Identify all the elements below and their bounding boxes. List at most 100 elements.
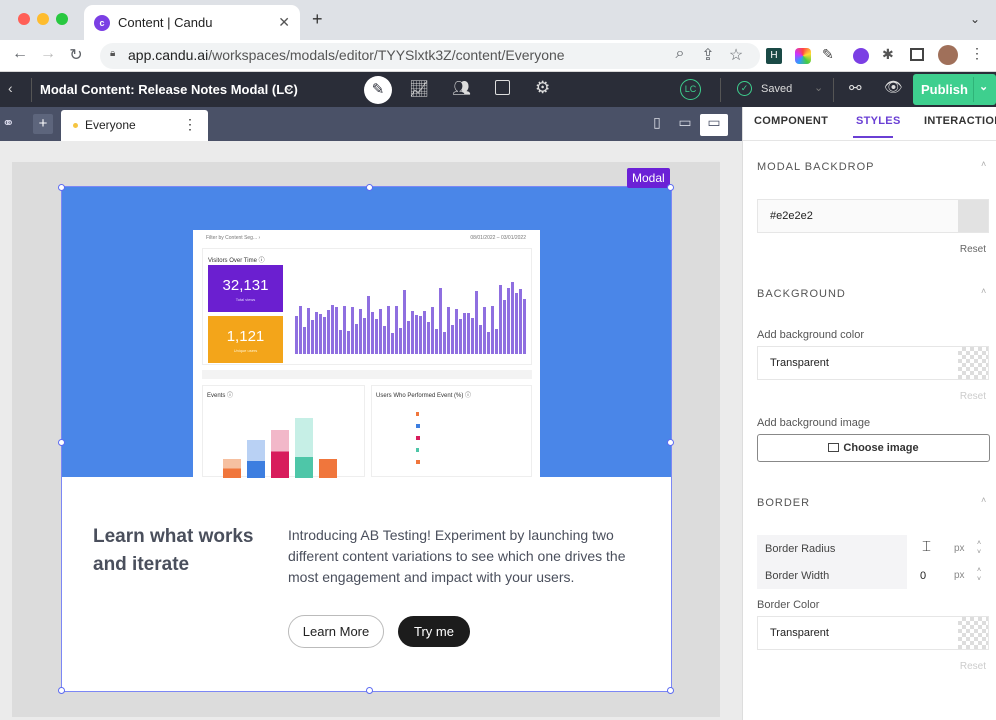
backdrop-reset-link[interactable]: Reset — [960, 244, 986, 255]
forward-arrow-icon[interactable]: → — [38, 45, 58, 63]
tablet-view-icon[interactable]: ▭ — [671, 114, 699, 136]
analytics-chart-icon[interactable]: 📈︎ — [409, 79, 429, 99]
stepper-icon[interactable]: ˄ ˅ — [977, 539, 981, 557]
extensions-puzzle-icon[interactable]: ✱ — [882, 46, 894, 63]
profile-avatar[interactable] — [938, 45, 958, 65]
extension-color-icon[interactable] — [795, 48, 811, 64]
maximize-window-button[interactable] — [56, 13, 68, 25]
learn-more-button[interactable]: Learn More — [288, 615, 384, 648]
layers-icon[interactable]: ⚭ — [2, 114, 15, 132]
new-tab-icon[interactable]: + — [312, 9, 323, 30]
stepper-icon[interactable]: ˄ ˅ — [977, 566, 981, 584]
preview-cursor-icon[interactable] — [495, 80, 510, 95]
desktop-view-icon[interactable]: ▭ — [700, 114, 728, 136]
stat-views-label: Total views — [235, 297, 256, 302]
back-arrow-icon[interactable]: ← — [10, 45, 30, 63]
preview-eye-icon[interactable]: 👁︎ — [884, 78, 903, 96]
visitor-bar — [355, 324, 358, 354]
backdrop-color-field[interactable]: #e2e2e2 — [757, 199, 989, 233]
visitor-bar — [511, 282, 514, 354]
collapse-backdrop-icon[interactable]: ˄ — [981, 159, 986, 169]
visitor-bar — [447, 307, 450, 354]
settings-gear-icon[interactable]: ⚙ — [535, 78, 550, 98]
bg-reset-link[interactable]: Reset — [960, 391, 986, 402]
border-color-field[interactable]: Transparent — [757, 616, 989, 650]
border-radius-input[interactable]: ⌶ px ˄ ˅ — [907, 535, 989, 562]
collapse-border-icon[interactable]: ˄ — [981, 495, 986, 505]
bg-color-swatch[interactable] — [958, 347, 988, 379]
close-tab-icon[interactable]: ✕ — [278, 14, 290, 31]
share-network-icon[interactable]: ⚯ — [849, 79, 862, 97]
bg-color-field[interactable]: Transparent — [757, 346, 989, 380]
minimize-window-button[interactable] — [37, 13, 49, 25]
tab-styles[interactable]: STYLES — [856, 115, 901, 127]
extension-candu-icon[interactable] — [853, 48, 869, 64]
resize-handle[interactable] — [667, 439, 674, 446]
title-chevron-down-icon[interactable]: ⌄ — [284, 80, 294, 94]
visitor-bar — [331, 305, 334, 354]
publish-button[interactable]: Publish ⌄ — [913, 74, 996, 105]
visitor-bar — [395, 306, 398, 354]
extension-h-icon[interactable]: H — [766, 48, 782, 64]
extension-picker-icon[interactable]: ✎ — [822, 46, 834, 63]
modal-container[interactable]: Filter by Content Seg... › 08/01/2022 – … — [61, 186, 672, 692]
content-title[interactable]: Modal Content: Release Notes Modal (LC) — [40, 82, 298, 97]
back-chevron-icon[interactable]: ‹ — [8, 80, 13, 96]
segment-status-dot — [73, 123, 78, 128]
visitor-bar — [363, 318, 366, 354]
reload-icon[interactable]: ↻ — [66, 45, 86, 65]
border-width-input[interactable]: 0 px ˄ ˅ — [907, 562, 989, 589]
zoom-icon[interactable]: ⌕ — [670, 45, 690, 63]
tab-component[interactable]: COMPONENT — [754, 115, 828, 127]
resize-handle[interactable] — [667, 687, 674, 694]
try-me-button[interactable]: Try me — [398, 616, 470, 647]
modal-body-text[interactable]: Introducing AB Testing! Experiment by la… — [288, 525, 650, 588]
browser-menu-icon[interactable]: ⋮ — [970, 45, 984, 62]
segment-tab[interactable]: Everyone ⋮ — [61, 110, 208, 141]
saved-chevron-icon[interactable]: ⌄ — [814, 81, 823, 94]
share-icon[interactable]: ⇪ — [698, 45, 718, 65]
stat-users-label: Unique users — [233, 348, 258, 353]
resize-handle[interactable] — [667, 184, 674, 191]
border-reset-link[interactable]: Reset — [960, 661, 986, 672]
url-field[interactable]: 🔒︎ app.candu.ai/workspaces/modals/editor… — [100, 43, 760, 69]
divider — [973, 77, 974, 102]
hero-banner[interactable]: Filter by Content Seg... › 08/01/2022 – … — [62, 187, 671, 478]
publish-label: Publish — [921, 82, 968, 97]
visitor-bar — [311, 320, 314, 354]
modal-heading[interactable]: Learn what works and iterate — [93, 523, 273, 579]
publish-chevron-icon[interactable]: ⌄ — [979, 80, 988, 93]
visitor-bar — [443, 332, 446, 354]
bookmark-star-icon[interactable]: ☆ — [726, 45, 746, 65]
tab-interactions[interactable]: INTERACTIONS — [924, 115, 996, 127]
tab-list-chevron-icon[interactable]: ⌄ — [970, 12, 980, 26]
close-window-button[interactable] — [18, 13, 30, 25]
sidebar-toggle-icon[interactable] — [910, 48, 924, 61]
border-radius-label: Border Radius — [765, 543, 836, 555]
visitor-bar — [359, 309, 362, 354]
border-color-swatch[interactable] — [958, 617, 988, 649]
resize-handle[interactable] — [58, 687, 65, 694]
edit-pencil-icon[interactable]: ✎ — [364, 76, 392, 104]
audience-users-icon[interactable]: 👥︎ — [452, 79, 471, 97]
collapse-background-icon[interactable]: ˄ — [981, 286, 986, 296]
backdrop-color-swatch[interactable] — [958, 200, 988, 232]
resize-handle[interactable] — [58, 184, 65, 191]
choose-image-label: Choose image — [843, 442, 919, 454]
choose-image-button[interactable]: Choose image — [757, 434, 990, 462]
active-tab-underline — [853, 136, 893, 138]
visitor-bar — [499, 285, 502, 354]
border-width-unit: px — [954, 570, 965, 581]
add-segment-button[interactable]: + — [33, 114, 53, 134]
resize-handle[interactable] — [58, 439, 65, 446]
segment-menu-icon[interactable]: ⋮ — [183, 116, 197, 133]
visitor-bar — [495, 329, 498, 354]
user-avatar[interactable]: LC — [680, 79, 701, 100]
visitor-bar — [515, 293, 518, 354]
mobile-view-icon[interactable]: ▯ — [643, 114, 671, 136]
resize-handle[interactable] — [366, 687, 373, 694]
resize-handle[interactable] — [366, 184, 373, 191]
dashboard-filter: Filter by Content Seg... › — [206, 235, 261, 241]
visitor-bar — [339, 330, 342, 354]
browser-tab[interactable]: c Content | Candu ✕ — [84, 5, 300, 40]
